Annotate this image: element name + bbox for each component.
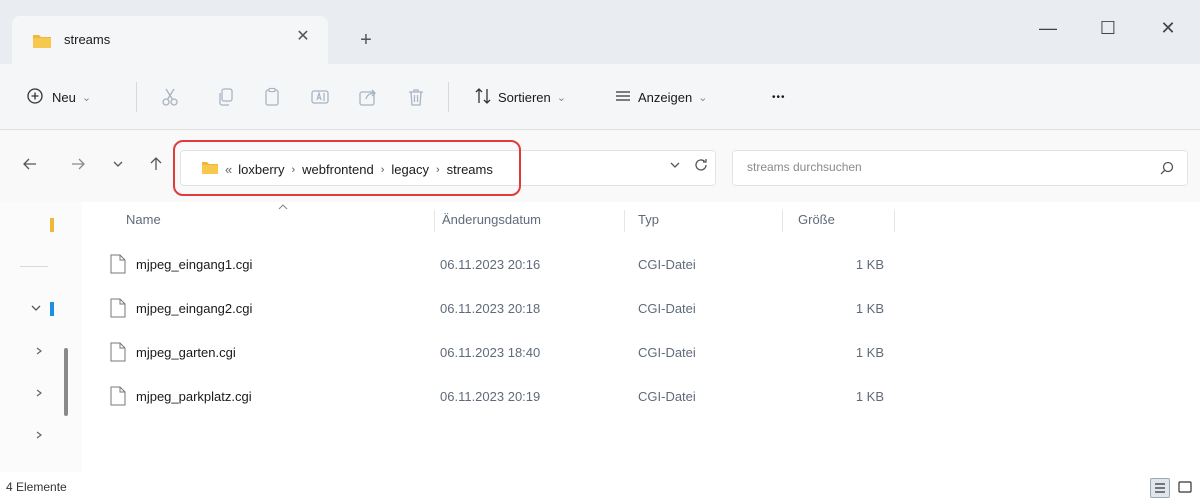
new-tab-button[interactable]: + bbox=[352, 26, 380, 54]
status-bar: 4 Elemente bbox=[0, 472, 1200, 504]
column-header-date[interactable]: Änderungsdatum bbox=[442, 212, 541, 227]
nav-scrollbar[interactable] bbox=[64, 348, 68, 416]
table-row[interactable]: mjpeg_eingang1.cgi 06.11.2023 20:16 CGI-… bbox=[82, 248, 1200, 282]
nav-collapse-chevron-icon[interactable] bbox=[34, 428, 44, 443]
more-options-button[interactable]: ••• bbox=[772, 84, 786, 110]
nav-collapse-chevron-icon[interactable] bbox=[34, 344, 44, 359]
nav-expand-chevron-icon[interactable] bbox=[30, 302, 42, 317]
refresh-icon[interactable] bbox=[693, 157, 709, 177]
view-button[interactable]: Anzeigen ⌄ bbox=[614, 84, 707, 110]
chevron-down-icon: ⌄ bbox=[556, 91, 566, 104]
file-size: 1 KB bbox=[855, 301, 884, 316]
navigation-pane bbox=[0, 202, 82, 472]
maximize-button[interactable]: ☐ bbox=[1088, 14, 1128, 42]
cut-icon[interactable] bbox=[160, 84, 180, 110]
file-icon bbox=[110, 298, 126, 321]
file-type: CGI-Datei bbox=[638, 345, 696, 360]
tab-close-icon[interactable]: ✕ bbox=[292, 26, 314, 48]
delete-icon[interactable] bbox=[406, 84, 426, 110]
address-highlight-annotation bbox=[173, 140, 521, 196]
command-bar: Neu ⌄ Sortieren ⌄ Anzeigen ⌄ ••• bbox=[0, 64, 1200, 130]
view-label: Anzeigen bbox=[638, 89, 693, 105]
tab-streams[interactable]: streams ✕ bbox=[12, 16, 328, 64]
toolbar-divider bbox=[136, 82, 137, 112]
file-name: mjpeg_eingang2.cgi bbox=[136, 301, 253, 316]
nav-divider bbox=[20, 266, 48, 267]
column-divider[interactable] bbox=[894, 210, 895, 232]
details-view-icon[interactable] bbox=[1150, 478, 1170, 498]
item-count: 4 Elemente bbox=[6, 480, 67, 494]
address-history-chevron-icon[interactable] bbox=[669, 159, 681, 174]
chevron-down-icon: ⌄ bbox=[81, 91, 92, 104]
file-name: mjpeg_garten.cgi bbox=[136, 345, 236, 360]
file-size: 1 KB bbox=[855, 257, 884, 272]
column-header-type[interactable]: Typ bbox=[638, 212, 659, 227]
sort-ascending-icon bbox=[278, 202, 288, 212]
search-box[interactable] bbox=[732, 150, 1188, 186]
tiles-view-icon[interactable] bbox=[1176, 478, 1196, 498]
file-list: Name Änderungsdatum Typ Größe mjpeg_eing… bbox=[82, 202, 1200, 472]
forward-arrow-icon[interactable] bbox=[68, 156, 88, 176]
chevron-down-icon: ⌄ bbox=[698, 91, 708, 104]
sort-icon bbox=[474, 87, 492, 108]
share-icon[interactable] bbox=[358, 84, 378, 110]
sort-button[interactable]: Sortieren ⌄ bbox=[474, 84, 566, 110]
column-header-size[interactable]: Größe bbox=[798, 212, 835, 227]
file-date: 06.11.2023 20:19 bbox=[440, 389, 541, 404]
column-divider[interactable] bbox=[624, 210, 625, 232]
copy-icon[interactable] bbox=[216, 84, 236, 110]
file-icon bbox=[110, 342, 126, 365]
minimize-button[interactable]: — bbox=[1028, 14, 1068, 42]
nav-collapse-chevron-icon[interactable] bbox=[34, 386, 44, 401]
new-label: Neu bbox=[52, 89, 76, 105]
folder-icon bbox=[32, 33, 52, 52]
view-lines-icon bbox=[614, 87, 632, 108]
column-header-name[interactable]: Name bbox=[126, 212, 161, 227]
file-date: 06.11.2023 20:18 bbox=[440, 301, 541, 316]
sort-label: Sortieren bbox=[498, 89, 551, 105]
table-row[interactable]: mjpeg_parkplatz.cgi 06.11.2023 20:19 CGI… bbox=[82, 380, 1200, 414]
search-input[interactable] bbox=[747, 160, 1127, 174]
file-size: 1 KB bbox=[855, 389, 884, 404]
up-arrow-icon[interactable] bbox=[146, 156, 166, 176]
plus-circle-icon bbox=[26, 87, 44, 108]
search-icon[interactable] bbox=[1159, 160, 1175, 179]
file-icon bbox=[110, 254, 126, 277]
rename-icon[interactable] bbox=[310, 84, 330, 110]
toolbar-divider bbox=[448, 82, 449, 112]
file-type: CGI-Datei bbox=[638, 389, 696, 404]
this-pc-icon[interactable] bbox=[50, 302, 54, 316]
file-date: 06.11.2023 18:40 bbox=[440, 345, 541, 360]
quick-access-folder-icon[interactable] bbox=[50, 218, 54, 232]
table-row[interactable]: mjpeg_eingang2.cgi 06.11.2023 20:18 CGI-… bbox=[82, 292, 1200, 326]
column-divider[interactable] bbox=[434, 210, 435, 232]
file-type: CGI-Datei bbox=[638, 301, 696, 316]
file-icon bbox=[110, 386, 126, 409]
back-arrow-icon[interactable] bbox=[20, 156, 40, 176]
table-row[interactable]: mjpeg_garten.cgi 06.11.2023 18:40 CGI-Da… bbox=[82, 336, 1200, 370]
column-divider[interactable] bbox=[782, 210, 783, 232]
recent-chevron-icon[interactable] bbox=[108, 156, 128, 176]
file-name: mjpeg_parkplatz.cgi bbox=[136, 389, 252, 404]
paste-icon[interactable] bbox=[262, 84, 282, 110]
file-type: CGI-Datei bbox=[638, 257, 696, 272]
tab-title: streams bbox=[64, 32, 111, 47]
file-size: 1 KB bbox=[855, 345, 884, 360]
file-date: 06.11.2023 20:16 bbox=[440, 257, 541, 272]
file-name: mjpeg_eingang1.cgi bbox=[136, 257, 253, 272]
new-button[interactable]: Neu ⌄ bbox=[26, 84, 91, 110]
title-bar: streams ✕ + — ☐ ✕ bbox=[0, 0, 1200, 64]
close-window-button[interactable]: ✕ bbox=[1148, 14, 1188, 42]
